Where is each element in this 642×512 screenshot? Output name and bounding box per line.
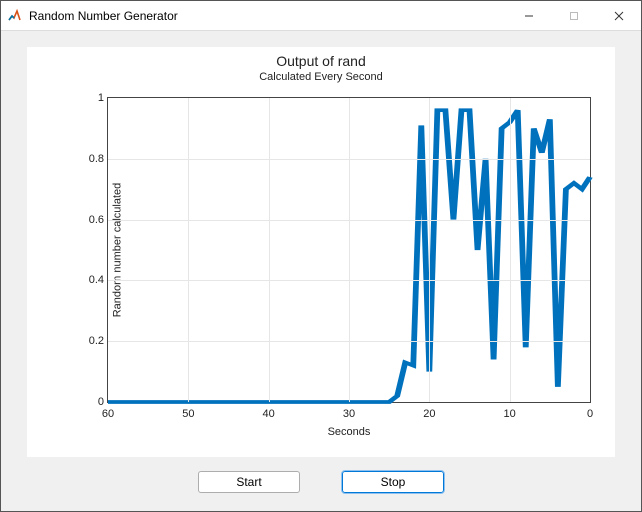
gridline-v <box>349 98 350 402</box>
x-tick-label: 10 <box>498 408 522 420</box>
button-row: Start Stop <box>198 471 444 493</box>
x-tick-label: 60 <box>96 408 120 420</box>
x-tick-label: 20 <box>417 408 441 420</box>
x-tick-label: 40 <box>257 408 281 420</box>
chart-subtitle: Calculated Every Second <box>27 71 615 83</box>
start-button[interactable]: Start <box>198 471 300 493</box>
matlab-icon <box>7 8 23 24</box>
gridline-v <box>429 98 430 402</box>
minimize-button[interactable] <box>506 1 551 31</box>
y-tick-label: 1 <box>74 92 104 104</box>
y-tick-label: 0 <box>74 396 104 408</box>
y-tick-label: 0.4 <box>74 274 104 286</box>
gridline-v <box>188 98 189 402</box>
x-axis-label: Seconds <box>328 426 371 438</box>
close-button[interactable] <box>596 1 641 31</box>
y-tick-label: 0.2 <box>74 335 104 347</box>
x-tick-label: 0 <box>578 408 602 420</box>
gridline-v <box>269 98 270 402</box>
chart-panel: Output of rand Calculated Every Second R… <box>27 47 615 457</box>
y-tick-label: 0.6 <box>74 214 104 226</box>
titlebar: Random Number Generator <box>1 1 641 31</box>
chart-title: Output of rand <box>27 53 615 69</box>
plot-area: Random number calculated Seconds 00.20.4… <box>107 97 591 403</box>
content-panel: Output of rand Calculated Every Second R… <box>1 31 641 511</box>
maximize-button[interactable] <box>551 1 596 31</box>
y-tick-label: 0.8 <box>74 153 104 165</box>
x-tick-label: 50 <box>176 408 200 420</box>
stop-button[interactable]: Stop <box>342 471 444 493</box>
x-tick-label: 30 <box>337 408 361 420</box>
window-title: Random Number Generator <box>29 9 506 23</box>
gridline-v <box>510 98 511 402</box>
